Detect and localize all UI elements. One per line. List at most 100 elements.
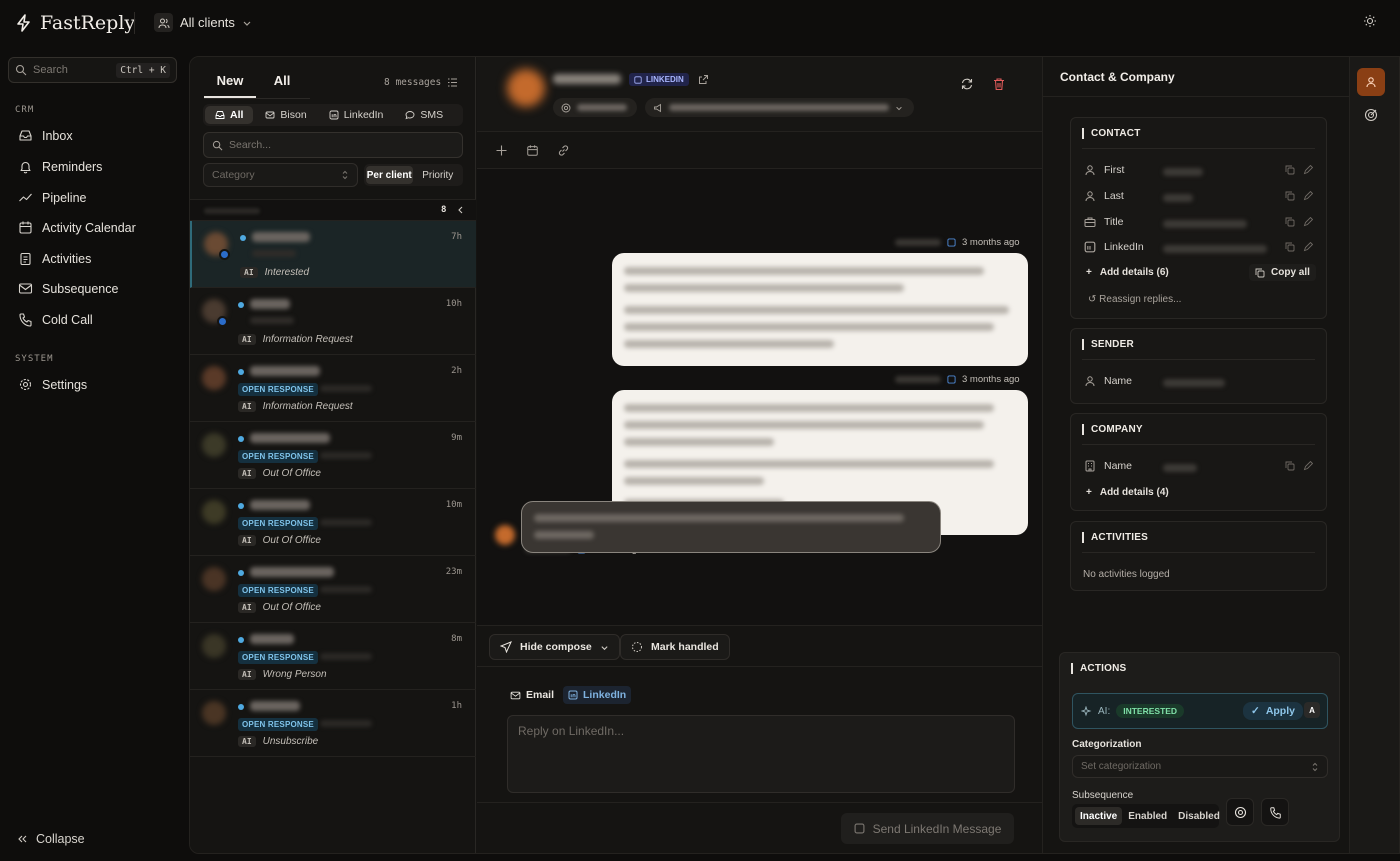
subsequence-disabled[interactable]: Disabled [1173, 807, 1225, 825]
list-search-input[interactable]: Search... [203, 132, 463, 158]
sidebar-item-subsequence[interactable]: Subsequence [18, 281, 118, 296]
sort-priority[interactable]: Priority [415, 166, 462, 184]
search-icon [212, 140, 223, 150]
hide-compose-button[interactable]: Hide compose [489, 634, 620, 660]
campaign-pill[interactable] [645, 98, 914, 117]
app-logo[interactable]: FastReply [16, 12, 135, 34]
sidebar-item-activity-calendar[interactable]: Activity Calendar [18, 220, 136, 235]
client-selector[interactable]: All clients [154, 13, 252, 32]
sidebar-item-cold-call[interactable]: Cold Call [18, 312, 93, 327]
target-icon[interactable] [1364, 108, 1378, 122]
pencil-icon[interactable] [1303, 461, 1313, 471]
sidebar-item-label: Settings [42, 377, 88, 392]
field-value-redacted [1163, 194, 1193, 202]
collapse-button[interactable]: Collapse [16, 832, 85, 846]
filter-linkedin[interactable]: LinkedIn [319, 106, 394, 124]
field-actions [1285, 461, 1313, 471]
add-details-button[interactable]: + Add details (4) [1086, 487, 1169, 498]
sun-icon[interactable] [1363, 14, 1377, 28]
calendar-icon[interactable] [526, 144, 539, 157]
apply-button[interactable]: ✓ Apply [1243, 702, 1303, 720]
message-meta: 3 months ago [895, 374, 1020, 385]
plus-icon[interactable] [495, 144, 508, 157]
channel-linkedin[interactable]: LinkedIn [563, 686, 632, 704]
chevron-down-icon [601, 645, 608, 650]
pencil-icon[interactable] [1303, 191, 1313, 201]
ai-tag: AI [238, 468, 256, 479]
field-sender-name: Name [1084, 375, 1132, 387]
chevrons-left-icon [18, 835, 27, 843]
list-item[interactable]: 1h OPEN RESPONSE AI Unsubscribe [190, 690, 476, 757]
avatar [202, 500, 226, 524]
external-link-icon[interactable] [698, 74, 709, 85]
sidebar-item-reminders[interactable]: Reminders [18, 159, 102, 174]
copy-icon[interactable] [1285, 242, 1295, 252]
activities-heading: ACTIVITIES [1082, 532, 1148, 543]
tab-new[interactable]: New [204, 73, 256, 98]
channel-email[interactable]: Email [505, 686, 559, 704]
linkedin-icon [947, 375, 956, 384]
copy-icon[interactable] [1285, 461, 1295, 471]
sidebar-item-settings[interactable]: Settings [18, 377, 87, 392]
pencil-icon[interactable] [1303, 242, 1313, 252]
call-action-button[interactable] [1261, 798, 1289, 826]
sidebar-item-inbox[interactable]: Inbox [18, 128, 73, 143]
global-search[interactable]: Search Ctrl + K [8, 57, 177, 83]
contact-name-redacted [250, 567, 334, 577]
categorization-select[interactable]: Set categorization [1072, 755, 1328, 778]
shortcut-badge: A [1304, 702, 1320, 718]
sort-per-client[interactable]: Per client [366, 166, 413, 184]
sender-pill[interactable] [553, 98, 637, 117]
reply-input[interactable]: Reply on LinkedIn... [507, 715, 1015, 793]
list-item[interactable]: 23m OPEN RESPONSE AI Out Of Office [190, 556, 476, 623]
subsequence-enabled[interactable]: Enabled [1123, 807, 1172, 825]
client-group-header[interactable]: 8 [190, 199, 476, 221]
list-item[interactable]: 8m OPEN RESPONSE AI Wrong Person [190, 623, 476, 690]
gear-icon [19, 378, 32, 391]
actions-heading: ACTIONS [1071, 663, 1126, 674]
copy-icon[interactable] [1285, 217, 1295, 227]
mark-handled-button[interactable]: Mark handled [620, 634, 730, 660]
list-tabs: New All [204, 73, 308, 98]
field-company-name: Name [1084, 460, 1132, 472]
ai-category: AI Information Request [238, 401, 353, 412]
list-item[interactable]: 10m OPEN RESPONSE AI Out Of Office [190, 489, 476, 556]
send-linkedin-button[interactable]: Send LinkedIn Message [841, 813, 1014, 844]
refresh-icon[interactable] [960, 77, 974, 91]
sidebar-item-activities[interactable]: Activities [18, 251, 91, 266]
filter-sms[interactable]: SMS [395, 106, 453, 124]
copy-icon[interactable] [1285, 165, 1295, 175]
chevron-left-icon [458, 206, 463, 214]
badge-redacted [320, 720, 372, 727]
field-value-redacted [1163, 245, 1267, 253]
pencil-icon[interactable] [1303, 217, 1313, 227]
email-action-button[interactable] [1226, 798, 1254, 826]
list-item[interactable]: 10h AI Information Request [190, 288, 476, 355]
trash-icon[interactable] [992, 77, 1006, 91]
contact-panel-button[interactable] [1357, 68, 1385, 96]
bolt-icon [17, 14, 30, 32]
contact-card: CONTACT First Last Title LinkedIn + Add d… [1070, 117, 1327, 319]
contact-avatar [507, 69, 545, 107]
filter-bison[interactable]: Bison [255, 106, 316, 124]
pencil-icon[interactable] [1303, 165, 1313, 175]
copy-icon[interactable] [1285, 191, 1295, 201]
divider [1082, 148, 1315, 149]
tab-all[interactable]: All [256, 73, 308, 98]
add-details-button[interactable]: + Add details (6) [1086, 267, 1169, 278]
filter-label: SMS [420, 109, 444, 121]
category-select[interactable]: Category [203, 163, 358, 187]
sidebar-item-pipeline[interactable]: Pipeline [18, 190, 86, 205]
list-item[interactable]: 9m OPEN RESPONSE AI Out Of Office [190, 422, 476, 489]
subsequence-inactive[interactable]: Inactive [1075, 807, 1123, 825]
sort-toggle: Per client Priority [364, 164, 463, 186]
message-meta: 3 months ago [895, 237, 1020, 248]
copy-all-button[interactable]: Copy all [1249, 264, 1316, 281]
list-item[interactable]: 2h OPEN RESPONSE AI Information Request [190, 355, 476, 422]
suggested-category-badge: INTERESTED [1116, 704, 1185, 718]
filter-all[interactable]: All [205, 106, 254, 124]
link-icon[interactable] [557, 144, 570, 157]
list-item[interactable]: 7h AI Interested [190, 221, 476, 288]
list-options-icon[interactable] [447, 77, 458, 88]
reassign-replies-link[interactable]: ↺ Reassign replies... [1088, 294, 1181, 305]
